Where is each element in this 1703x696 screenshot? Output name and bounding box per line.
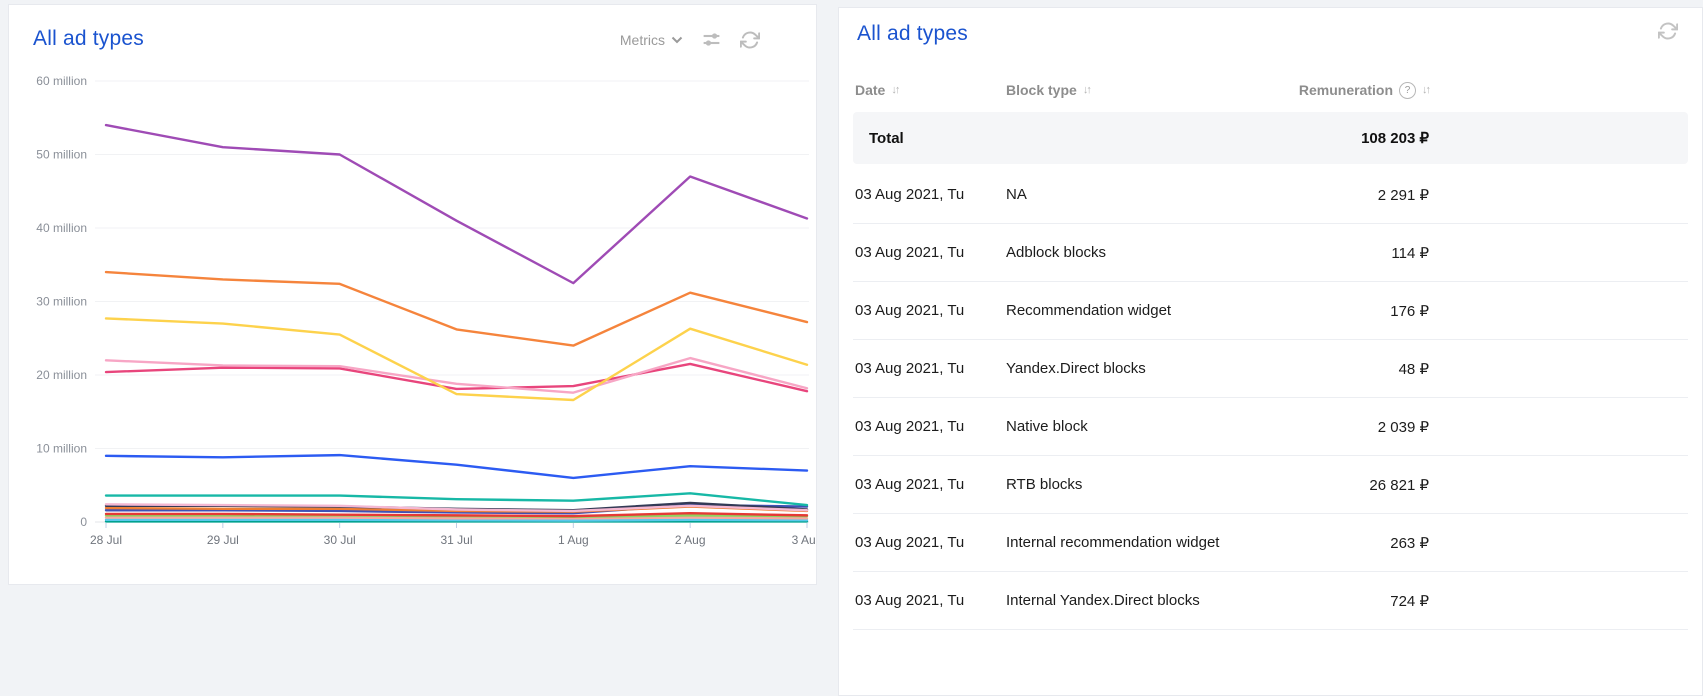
svg-text:30 Jul: 30 Jul — [324, 533, 356, 547]
row-block-type: Yandex.Direct blocks — [1006, 360, 1241, 377]
column-header-remuneration[interactable]: Remuneration ? ↓↑ — [1241, 82, 1429, 99]
table-row: 03 Aug 2021, Tu Internal Yandex.Direct b… — [853, 572, 1688, 630]
table-row: 03 Aug 2021, Tu Native block 2 039 ₽ — [853, 398, 1688, 456]
sort-icon: ↓↑ — [1422, 85, 1429, 96]
line-chart[interactable]: 60 million 50 million 40 million 30 million… — [9, 5, 815, 583]
table-panel: All ad types Date ↓↑ Block type ↓↑ Remun… — [838, 7, 1703, 696]
svg-text:30 million: 30 million — [36, 295, 87, 309]
svg-text:50 million: 50 million — [36, 148, 87, 162]
svg-text:1 Aug: 1 Aug — [558, 533, 589, 547]
row-remuneration: 114 ₽ — [1241, 244, 1429, 262]
svg-text:29 Jul: 29 Jul — [207, 533, 239, 547]
row-block-type: RTB blocks — [1006, 476, 1241, 493]
table-body: 03 Aug 2021, Tu NA 2 291 ₽ 03 Aug 2021, … — [853, 166, 1688, 630]
total-remuneration: 108 203 ₽ — [1241, 129, 1429, 147]
table-row: 03 Aug 2021, Tu Recommendation widget 17… — [853, 282, 1688, 340]
refresh-icon — [1658, 21, 1678, 41]
table-refresh-button[interactable] — [1658, 21, 1678, 41]
table-row: 03 Aug 2021, Tu RTB blocks 26 821 ₽ — [853, 456, 1688, 514]
row-date: 03 Aug 2021, Tu — [853, 418, 1006, 435]
row-date: 03 Aug 2021, Tu — [853, 592, 1006, 609]
row-block-type: Adblock blocks — [1006, 244, 1241, 261]
table-row: 03 Aug 2021, Tu NA 2 291 ₽ — [853, 166, 1688, 224]
row-date: 03 Aug 2021, Tu — [853, 476, 1006, 493]
row-date: 03 Aug 2021, Tu — [853, 302, 1006, 319]
row-remuneration: 26 821 ₽ — [1241, 476, 1429, 494]
row-remuneration: 263 ₽ — [1241, 534, 1429, 552]
svg-text:60 million: 60 million — [36, 74, 87, 88]
row-date: 03 Aug 2021, Tu — [853, 186, 1006, 203]
help-icon[interactable]: ? — [1399, 82, 1416, 99]
row-remuneration: 48 ₽ — [1241, 360, 1429, 378]
row-date: 03 Aug 2021, Tu — [853, 534, 1006, 551]
svg-text:28 Jul: 28 Jul — [90, 533, 122, 547]
row-remuneration: 2 039 ₽ — [1241, 418, 1429, 436]
row-date: 03 Aug 2021, Tu — [853, 244, 1006, 261]
row-remuneration: 724 ₽ — [1241, 592, 1429, 610]
svg-text:2 Aug: 2 Aug — [675, 533, 706, 547]
table-header-row: Date ↓↑ Block type ↓↑ Remuneration ? ↓↑ — [853, 68, 1688, 112]
svg-text:0: 0 — [80, 515, 87, 529]
table-total-row: Total 108 203 ₽ — [853, 112, 1688, 164]
svg-text:20 million: 20 million — [36, 368, 87, 382]
svg-text:3 Aug: 3 Aug — [792, 533, 815, 547]
row-block-type: Native block — [1006, 418, 1241, 435]
table-row: 03 Aug 2021, Tu Yandex.Direct blocks 48 … — [853, 340, 1688, 398]
row-block-type: Internal recommendation widget — [1006, 534, 1241, 551]
column-header-block-type[interactable]: Block type ↓↑ — [1006, 82, 1241, 98]
row-date: 03 Aug 2021, Tu — [853, 360, 1006, 377]
table-row: 03 Aug 2021, Tu Adblock blocks 114 ₽ — [853, 224, 1688, 282]
column-header-date[interactable]: Date ↓↑ — [853, 82, 1006, 98]
total-label: Total — [853, 130, 1006, 147]
row-remuneration: 2 291 ₽ — [1241, 186, 1429, 204]
sort-icon: ↓↑ — [891, 85, 898, 96]
row-block-type: NA — [1006, 186, 1241, 203]
chart-panel: All ad types Metrics — [8, 4, 817, 585]
row-block-type: Recommendation widget — [1006, 302, 1241, 319]
table-panel-title: All ad types — [857, 22, 968, 46]
row-remuneration: 176 ₽ — [1241, 302, 1429, 320]
remuneration-table: Date ↓↑ Block type ↓↑ Remuneration ? ↓↑ … — [853, 68, 1688, 630]
row-block-type: Internal Yandex.Direct blocks — [1006, 592, 1241, 609]
svg-text:40 million: 40 million — [36, 221, 87, 235]
sort-icon: ↓↑ — [1083, 85, 1090, 96]
table-row: 03 Aug 2021, Tu Internal recommendation … — [853, 514, 1688, 572]
svg-text:10 million: 10 million — [36, 442, 87, 456]
svg-text:31 Jul: 31 Jul — [440, 533, 472, 547]
